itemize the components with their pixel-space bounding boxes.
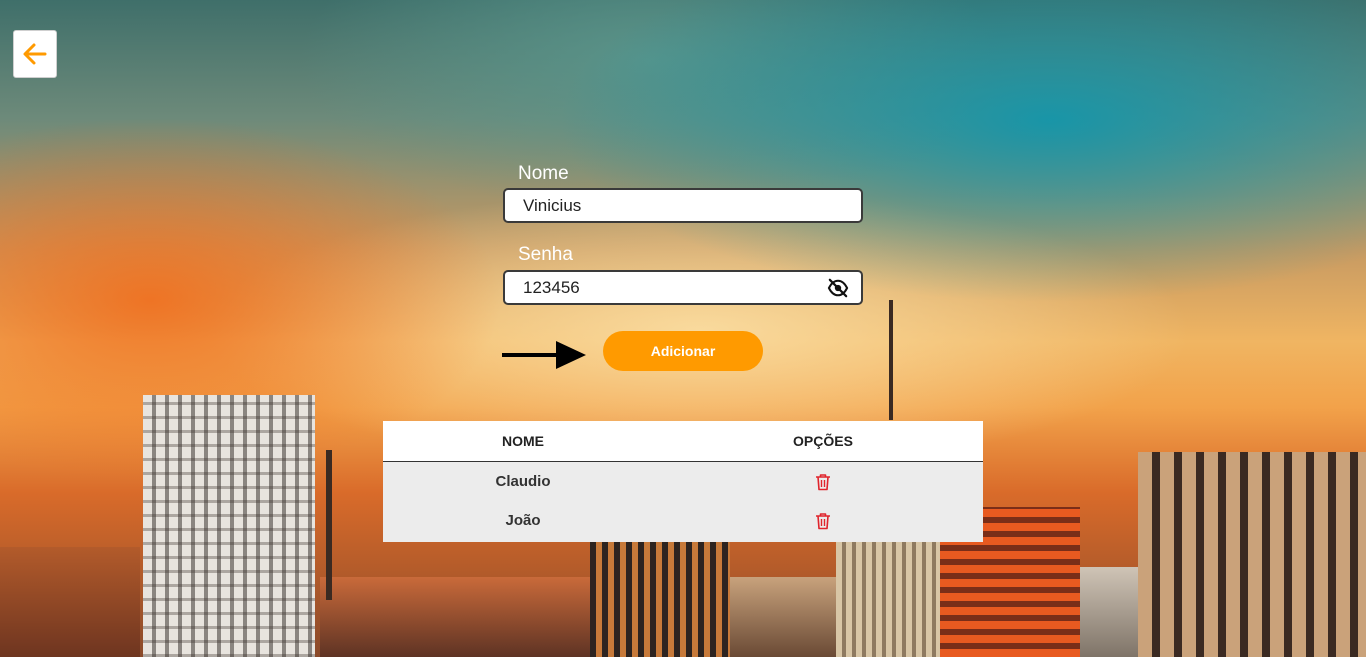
options-cell — [663, 512, 983, 530]
password-field-container[interactable] — [503, 270, 863, 305]
city-building — [1138, 452, 1366, 657]
name-label: Nome — [518, 163, 569, 184]
user-name-cell: João — [505, 512, 541, 529]
table-body: Claudio João — [383, 462, 983, 542]
city-building — [0, 547, 140, 657]
arrow-right-icon — [502, 341, 586, 369]
users-table: NOME OPÇÕES Claudio João — [383, 421, 983, 542]
city-building — [143, 395, 315, 657]
city-building — [730, 577, 836, 657]
user-name-cell: Claudio — [495, 473, 551, 490]
column-header-options: OPÇÕES — [793, 433, 853, 449]
password-label: Senha — [518, 244, 573, 265]
tower-spire — [889, 300, 893, 420]
password-input[interactable] — [505, 272, 823, 303]
church-spire — [326, 450, 332, 600]
add-button[interactable]: Adicionar — [603, 331, 763, 371]
name-field-container[interactable] — [503, 188, 863, 223]
city-building — [320, 577, 590, 657]
city-building — [1080, 567, 1140, 657]
column-header-name: NOME — [502, 433, 544, 449]
table-row: Claudio — [383, 462, 983, 501]
trash-icon[interactable] — [815, 473, 831, 491]
options-cell — [663, 473, 983, 491]
table-row: João — [383, 501, 983, 540]
trash-icon[interactable] — [815, 512, 831, 530]
eye-off-icon[interactable] — [827, 278, 849, 298]
arrow-left-icon — [23, 43, 47, 65]
table-header: NOME OPÇÕES — [383, 421, 983, 462]
city-building — [590, 539, 730, 657]
city-building — [836, 537, 941, 657]
background-image — [0, 0, 1366, 657]
back-button[interactable] — [13, 30, 57, 78]
name-input[interactable] — [505, 190, 823, 221]
